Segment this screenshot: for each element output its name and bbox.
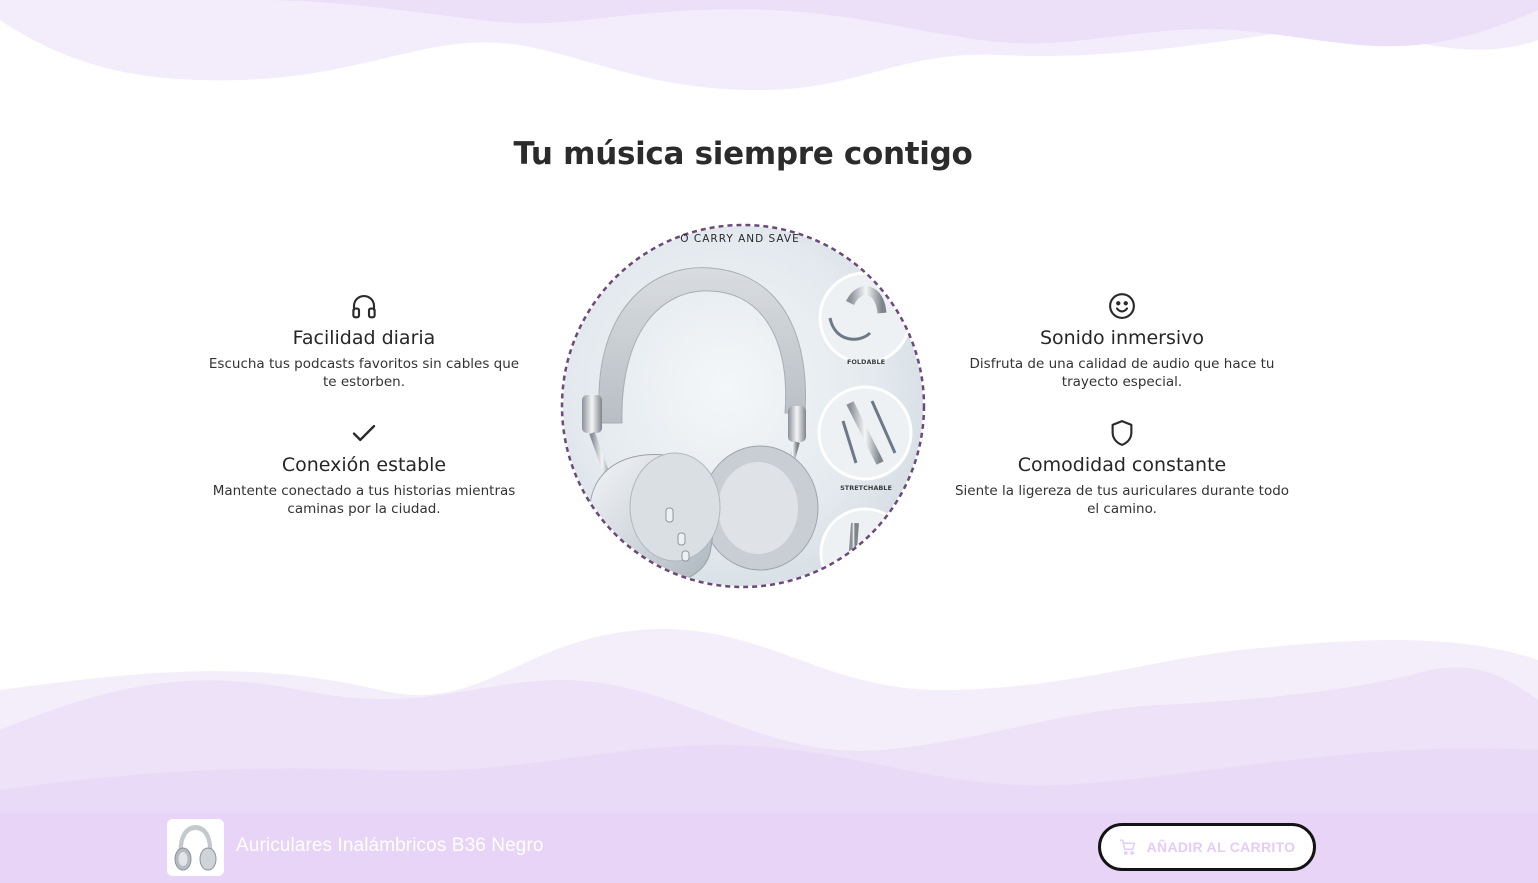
smiley-icon [1107,291,1137,321]
headphones-icon [349,291,379,321]
feature-stable-connection: Conexión estable Mantente conectado a tu… [183,418,545,518]
sticky-add-to-cart-bar: Auriculares Inalámbricos B36 Negro AÑADI… [0,813,1538,883]
cart-icon [1119,839,1135,855]
feature-title: Conexión estable [281,454,447,476]
bottom-wave-decoration [0,629,1538,820]
feature-title: Facilidad diaria [292,327,436,349]
section-title: Tu música siempre contigo [513,136,973,172]
product-name: Auriculares Inalámbricos B36 Negro [236,835,544,856]
add-to-cart-label: AÑADIR AL CARRITO [1146,839,1296,855]
feature-description: Mantente conectado a tus historias mient… [212,483,516,517]
add-to-cart-button[interactable]: AÑADIR AL CARRITO [1098,823,1316,871]
top-wave-decoration [0,0,1538,90]
feature-title: Sonido inmersivo [1039,327,1205,349]
feature-description: Siente la ligereza de tus auriculares du… [954,483,1290,517]
feature-description: Disfruta de una calidad de audio que hac… [969,356,1275,390]
feature-immersive-sound: Sonido inmersivo Disfruta de una calidad… [962,291,1282,391]
image-callout-stretchable: STRETCHABLE [840,484,892,492]
feature-description: Escucha tus podcasts favoritos sin cable… [208,356,520,390]
image-banner-text: O CARRY AND SAVE [680,233,799,245]
shield-icon [1107,418,1137,448]
feature-title: Comodidad constante [1017,454,1227,476]
feature-daily-ease: Facilidad diaria Escucha tus podcasts fa… [200,291,528,391]
product-thumbnail[interactable] [167,819,224,876]
page: Tu música siempre contigo Facilidad diar… [0,0,1538,883]
product-image-circle: O CARRY AND SAVE FOLDABLE STRETCHABLE [560,223,926,589]
feature-constant-comfort: Comodidad constante Siente la ligereza d… [952,418,1292,518]
checkmark-icon [349,418,379,448]
image-callout-foldable: FOLDABLE [847,358,885,366]
